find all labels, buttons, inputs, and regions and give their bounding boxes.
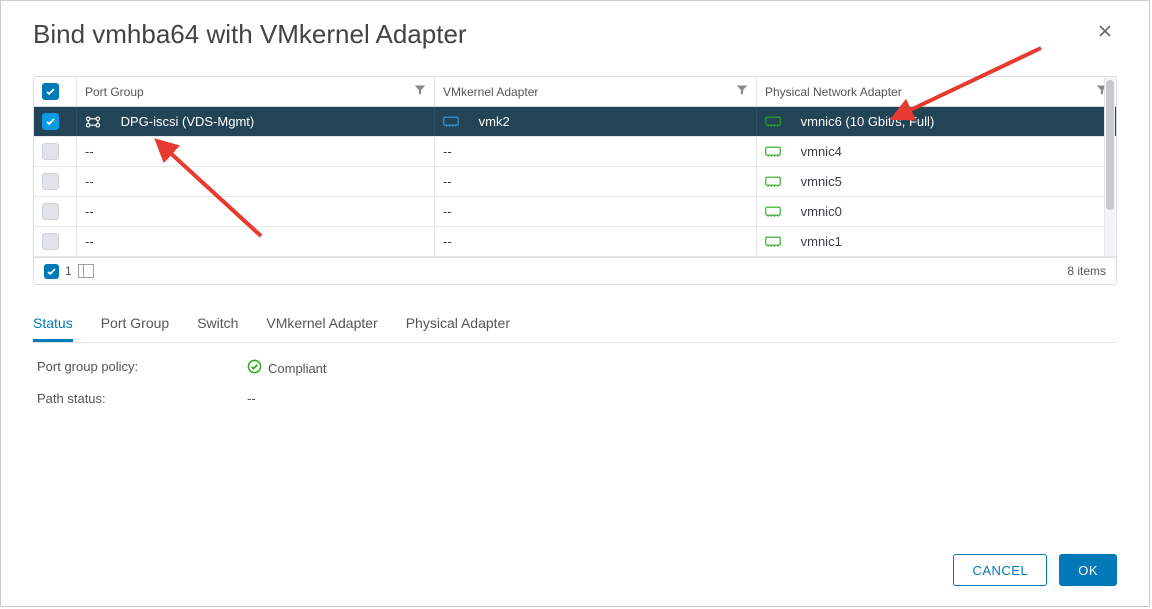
close-button[interactable] [1093,19,1117,47]
row-checkbox[interactable] [42,233,59,250]
close-icon [1097,22,1113,44]
physical-adapter-cell: vmnic6 (10 Gbit/s, Full) [801,114,935,129]
item-count: 8 items [1067,264,1106,278]
physical-adapter-cell: vmnic0 [801,204,842,219]
column-header-physical-adapter[interactable]: Physical Network Adapter [765,85,902,99]
tab-physical-adapter[interactable]: Physical Adapter [406,307,510,342]
selected-count: 1 [65,264,72,278]
tab-vmkernel-adapter[interactable]: VMkernel Adapter [266,307,377,342]
path-status-label: Path status: [37,391,247,406]
vmkernel-cell: vmk2 [479,114,510,129]
path-status-value: -- [247,391,256,406]
select-all-checkbox[interactable] [42,83,59,100]
table-row[interactable]: ---- vmnic5 [34,167,1116,197]
vmkernel-icon [443,115,459,129]
modal-title: Bind vmhba64 with VMkernel Adapter [33,19,467,50]
nic-icon [765,145,781,159]
nic-icon [765,235,781,249]
row-checkbox[interactable] [42,203,59,220]
table-row[interactable]: ---- vmnic0 [34,197,1116,227]
table-row[interactable]: ---- vmnic1 [34,227,1116,257]
nic-icon [765,205,781,219]
filter-icon[interactable] [736,84,748,99]
tab-status[interactable]: Status [33,307,73,342]
table-row[interactable]: DPG-iscsi (VDS-Mgmt) vmk2 vmnic6 (10 Gbi… [34,107,1116,137]
cancel-button[interactable]: CANCEL [953,554,1047,586]
table-row[interactable]: ---- vmnic4 [34,137,1116,167]
row-checkbox[interactable] [42,113,59,130]
column-header-vmkernel[interactable]: VMkernel Adapter [443,85,538,99]
port-group-policy-value: Compliant [268,361,327,376]
row-checkbox[interactable] [42,143,59,160]
nic-icon [765,175,781,189]
port-group-icon [85,115,101,129]
physical-adapter-cell: vmnic1 [801,234,842,249]
physical-adapter-cell: vmnic5 [801,174,842,189]
column-header-port-group[interactable]: Port Group [85,85,144,99]
column-selector-button[interactable] [78,264,94,278]
nic-icon [765,115,781,129]
port-group-cell: DPG-iscsi (VDS-Mgmt) [121,114,255,129]
row-checkbox[interactable] [42,173,59,190]
tab-switch[interactable]: Switch [197,307,238,342]
check-circle-icon [247,359,262,377]
tab-port-group[interactable]: Port Group [101,307,169,342]
scrollbar[interactable] [1104,78,1115,256]
port-group-policy-label: Port group policy: [37,359,247,377]
physical-adapter-cell: vmnic4 [801,144,842,159]
selected-count-checkbox [44,264,59,279]
ok-button[interactable]: OK [1059,554,1117,586]
filter-icon[interactable] [414,84,426,99]
adapter-table: Port Group VMkernel Adapter [33,76,1117,285]
